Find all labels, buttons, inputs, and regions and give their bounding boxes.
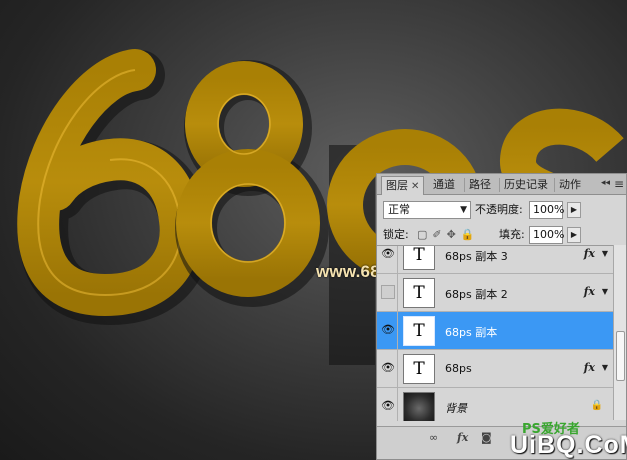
fill-input[interactable]: 100% xyxy=(529,226,564,244)
collapse-icon[interactable]: ◂◂ xyxy=(601,178,610,188)
artwork-8 xyxy=(175,60,329,307)
layers-panel: 图层 ✕ 通道 路径 历史记录 动作 ◂◂ ≡ 正常 ▼ 不透明度: 100% ▶… xyxy=(376,173,627,460)
panel-tabbar: 图层 ✕ 通道 路径 历史记录 动作 ◂◂ ≡ xyxy=(377,174,626,195)
layer-name: 68ps xyxy=(445,362,472,375)
add-style-icon[interactable]: fx xyxy=(457,431,468,444)
tab-actions[interactable]: 动作 xyxy=(555,176,585,195)
artwork-6 xyxy=(17,49,211,326)
eye-icon[interactable]: 👁 xyxy=(381,323,395,337)
tab-channels-label: 通道 xyxy=(433,178,455,191)
link-layers-icon[interactable]: ∞ xyxy=(429,431,438,444)
layer-row[interactable]: 👁 背景 🔒 xyxy=(377,388,613,421)
expand-arrow-icon[interactable]: ▼ xyxy=(602,287,608,296)
layer-list: 👁 T 68ps 副本 3 fx ▼ T 68ps 副本 2 fx ▼ 👁 T … xyxy=(377,245,613,421)
divider xyxy=(397,274,398,311)
layer-name: 68ps 副本 2 xyxy=(445,288,508,301)
tab-layers-label: 图层 xyxy=(386,179,408,192)
tab-paths-label: 路径 xyxy=(469,178,491,191)
layer-name: 68ps 副本 xyxy=(445,326,498,339)
eye-icon[interactable]: 👁 xyxy=(381,247,395,261)
layer-scrollbar[interactable] xyxy=(613,245,626,420)
fx-icon[interactable]: fx xyxy=(584,285,595,298)
divider xyxy=(397,350,398,387)
tab-layers[interactable]: 图层 ✕ xyxy=(381,176,425,195)
tab-channels[interactable]: 通道 xyxy=(429,176,459,195)
text-layer-thumbnail: T xyxy=(403,316,435,346)
layer-row[interactable]: T 68ps 副本 2 fx ▼ xyxy=(377,274,613,312)
layer-row[interactable]: 👁 T 68ps 副本 3 fx ▼ xyxy=(377,246,613,274)
layer-name: 背景 xyxy=(445,402,467,415)
dropdown-arrow-icon: ▼ xyxy=(460,205,467,215)
lock-label: 锁定: xyxy=(383,228,409,241)
site-logo-domain: UiBQ.CoM xyxy=(510,431,627,459)
tab-history[interactable]: 历史记录 xyxy=(500,176,552,195)
close-icon[interactable]: ✕ xyxy=(411,181,419,192)
add-mask-icon[interactable]: ◙ xyxy=(481,431,492,444)
divider xyxy=(397,312,398,349)
layer-row[interactable]: 👁 T 68ps 副本 xyxy=(377,312,613,350)
text-layer-thumbnail: T xyxy=(403,354,435,384)
divider xyxy=(397,388,398,421)
expand-arrow-icon[interactable]: ▼ xyxy=(602,249,608,258)
divider xyxy=(397,246,398,273)
expand-arrow-icon[interactable]: ▼ xyxy=(602,363,608,372)
lock-options-icon[interactable]: ▢✐✥🔒 xyxy=(417,226,480,244)
tab-paths[interactable]: 路径 xyxy=(465,176,495,195)
tab-history-label: 历史记录 xyxy=(504,178,548,191)
layer-row[interactable]: 👁 T 68ps fx ▼ xyxy=(377,350,613,388)
fx-icon[interactable]: fx xyxy=(584,247,595,260)
text-layer-thumbnail: T xyxy=(403,246,435,270)
blend-mode-select[interactable]: 正常 ▼ xyxy=(383,201,471,219)
lock-icon: 🔒 xyxy=(590,400,603,411)
panel-menu-icon[interactable]: ≡ xyxy=(614,177,624,191)
tab-actions-label: 动作 xyxy=(559,178,581,191)
blend-row: 正常 ▼ 不透明度: 100% ▶ xyxy=(377,199,626,223)
background-thumbnail xyxy=(403,392,435,421)
fx-icon[interactable]: fx xyxy=(584,361,595,374)
eye-icon[interactable]: 👁 xyxy=(381,361,395,375)
opacity-input[interactable]: 100% xyxy=(529,201,564,219)
blend-mode-value: 正常 xyxy=(388,203,410,216)
opacity-slider-button[interactable]: ▶ xyxy=(567,202,581,218)
opacity-label: 不透明度: xyxy=(475,203,523,216)
eye-icon[interactable] xyxy=(381,285,395,299)
fill-label: 填充: xyxy=(499,228,525,241)
fill-slider-button[interactable]: ▶ xyxy=(567,227,581,243)
scrollbar-thumb[interactable] xyxy=(616,331,625,381)
text-layer-thumbnail: T xyxy=(403,278,435,308)
eye-icon[interactable]: 👁 xyxy=(381,399,395,413)
layer-name: 68ps 副本 3 xyxy=(445,250,508,263)
